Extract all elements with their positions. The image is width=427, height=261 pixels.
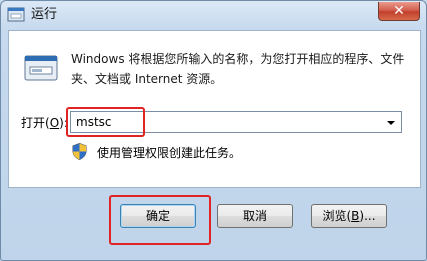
dialog-description: Windows 将根据您所输入的名称，为您打开相应的程序、文件夹、文档或 Int… bbox=[71, 52, 405, 86]
dialog-content: Windows 将根据您所输入的名称，为您打开相应的程序、文件夹、文档或 Int… bbox=[8, 30, 421, 188]
title-bar[interactable]: 运行 ✕ bbox=[1, 1, 426, 31]
admin-note: 使用管理权限创建此任务。 bbox=[97, 146, 242, 160]
cancel-button[interactable]: 取消 bbox=[217, 204, 293, 228]
uac-shield-icon bbox=[72, 143, 87, 160]
run-program-icon bbox=[24, 55, 58, 81]
browse-label-prefix: 浏览( bbox=[322, 209, 352, 223]
run-icon bbox=[7, 7, 25, 22]
ok-highlight-box bbox=[109, 195, 211, 245]
browse-label-suffix: )... bbox=[359, 209, 376, 223]
run-dialog-window: 运行 ✕ Windows 将根据您所输入的名称，为您打开相应的程序、文件夹、文档… bbox=[0, 0, 427, 261]
input-highlight-box bbox=[66, 107, 145, 137]
browse-button[interactable]: 浏览(B)... bbox=[311, 204, 387, 228]
close-button[interactable]: ✕ bbox=[378, 2, 420, 21]
open-label-mnemonic: O bbox=[49, 116, 60, 130]
open-label-prefix: 打开( bbox=[21, 116, 50, 130]
close-icon: ✕ bbox=[393, 3, 405, 19]
window-title: 运行 bbox=[31, 7, 58, 22]
open-label: 打开(O): bbox=[21, 115, 68, 131]
chevron-down-icon[interactable] bbox=[387, 121, 395, 125]
